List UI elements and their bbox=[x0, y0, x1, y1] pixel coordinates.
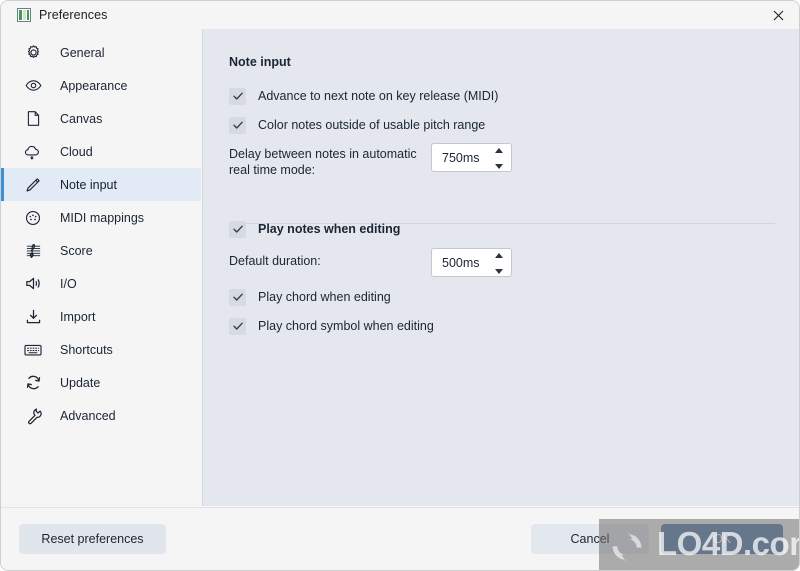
sidebar-item-label: General bbox=[60, 45, 105, 60]
delay-spinner-value: 750ms bbox=[442, 150, 480, 165]
cancel-label: Cancel bbox=[570, 532, 610, 546]
delay-spinner[interactable]: 750ms bbox=[431, 143, 512, 172]
checkmark-icon bbox=[229, 116, 246, 134]
checkbox-advance-to-next-note[interactable]: Advance to next note on key release (MID… bbox=[229, 86, 498, 106]
preferences-window: Preferences General Appearance Canvas Cl… bbox=[0, 0, 800, 571]
sidebar-item-advanced[interactable]: Advanced bbox=[1, 399, 201, 432]
checkmark-icon bbox=[229, 288, 246, 306]
settings-panel: Note input Advance to next note on key r… bbox=[202, 29, 799, 506]
sidebar-nav-list: General Appearance Canvas Cloud Note inp… bbox=[1, 36, 201, 432]
dialog-body: General Appearance Canvas Cloud Note inp… bbox=[1, 29, 799, 506]
spinner-down-icon[interactable] bbox=[495, 269, 503, 274]
close-icon[interactable] bbox=[755, 1, 799, 29]
sidebar-item-label: Appearance bbox=[60, 78, 128, 93]
gear-icon bbox=[23, 43, 43, 63]
reset-preferences-label: Reset preferences bbox=[41, 532, 144, 546]
default-duration-spinner[interactable]: 500ms bbox=[431, 248, 512, 277]
sidebar-item-import[interactable]: Import bbox=[1, 300, 201, 333]
sidebar-item-note-input[interactable]: Note input bbox=[1, 168, 201, 201]
checkbox-play-notes-when-editing[interactable]: Play notes when editing bbox=[229, 219, 400, 239]
checkbox-label: Advance to next note on key release (MID… bbox=[258, 89, 499, 103]
spinner-down-icon[interactable] bbox=[495, 164, 503, 169]
sidebar-item-shortcuts[interactable]: Shortcuts bbox=[1, 333, 201, 366]
checkbox-play-chord-symbol-when-editing[interactable]: Play chord symbol when editing bbox=[229, 316, 434, 336]
sidebar-item-midi-mappings[interactable]: MIDI mappings bbox=[1, 201, 201, 234]
checkbox-label: Color notes outside of usable pitch rang… bbox=[258, 118, 486, 132]
download-icon bbox=[23, 307, 43, 327]
sidebar-item-update[interactable]: Update bbox=[1, 366, 201, 399]
sidebar-item-appearance[interactable]: Appearance bbox=[1, 69, 201, 102]
sidebar-item-canvas[interactable]: Canvas bbox=[1, 102, 201, 135]
wrench-icon bbox=[23, 406, 43, 426]
sidebar-item-label: Note input bbox=[60, 177, 117, 192]
sidebar-item-label: Import bbox=[60, 309, 96, 324]
sidebar-item-general[interactable]: General bbox=[1, 36, 201, 69]
midi-plug-icon bbox=[23, 208, 43, 228]
title-bar: Preferences bbox=[1, 1, 799, 29]
default-duration-value: 500ms bbox=[442, 255, 480, 270]
sidebar-item-label: Score bbox=[60, 243, 93, 258]
sidebar-item-label: Canvas bbox=[60, 111, 103, 126]
sidebar-item-cloud[interactable]: Cloud bbox=[1, 135, 201, 168]
refresh-icon bbox=[23, 373, 43, 393]
sidebar-item-label: I/O bbox=[60, 276, 77, 291]
spinner-up-icon[interactable] bbox=[495, 148, 503, 153]
sidebar-item-score[interactable]: Score bbox=[1, 234, 201, 267]
checkbox-play-chord-when-editing[interactable]: Play chord when editing bbox=[229, 287, 391, 307]
checkbox-label: Play chord when editing bbox=[258, 290, 391, 304]
sidebar-item-io[interactable]: I/O bbox=[1, 267, 201, 300]
spinner-up-icon[interactable] bbox=[495, 253, 503, 258]
app-logo-icon bbox=[17, 8, 31, 22]
checkbox-label: Play notes when editing bbox=[258, 222, 401, 236]
keyboard-icon bbox=[23, 340, 43, 360]
page-title: Note input bbox=[229, 55, 291, 69]
sidebar-item-label: MIDI mappings bbox=[60, 210, 145, 225]
cancel-button[interactable]: Cancel bbox=[531, 524, 649, 554]
page-icon bbox=[23, 109, 43, 129]
delay-field-label: Delay between notes in automatic real ti… bbox=[229, 147, 417, 177]
checkbox-color-notes-outside-range[interactable]: Color notes outside of usable pitch rang… bbox=[229, 115, 485, 135]
sidebar-item-label: Update bbox=[60, 375, 101, 390]
ok-label: OK bbox=[712, 532, 732, 546]
checkmark-icon bbox=[229, 87, 246, 105]
sidebar-item-label: Advanced bbox=[60, 408, 116, 423]
checkmark-icon bbox=[229, 220, 246, 238]
spinner-arrows[interactable] bbox=[494, 148, 504, 169]
reset-preferences-button[interactable]: Reset preferences bbox=[19, 524, 166, 554]
spinner-arrows[interactable] bbox=[494, 253, 504, 274]
ok-button[interactable]: OK bbox=[661, 524, 783, 554]
clef-icon bbox=[23, 241, 43, 261]
speaker-icon bbox=[23, 274, 43, 294]
pencil-icon bbox=[23, 175, 43, 195]
sidebar-item-label: Cloud bbox=[60, 144, 93, 159]
window-title: Preferences bbox=[39, 8, 108, 22]
sidebar-item-label: Shortcuts bbox=[60, 342, 113, 357]
eye-icon bbox=[23, 76, 43, 96]
checkmark-icon bbox=[229, 317, 246, 335]
sidebar: General Appearance Canvas Cloud Note inp… bbox=[1, 29, 201, 506]
checkbox-label: Play chord symbol when editing bbox=[258, 319, 434, 333]
default-duration-label: Default duration: bbox=[229, 254, 321, 268]
cloud-icon bbox=[23, 142, 43, 162]
